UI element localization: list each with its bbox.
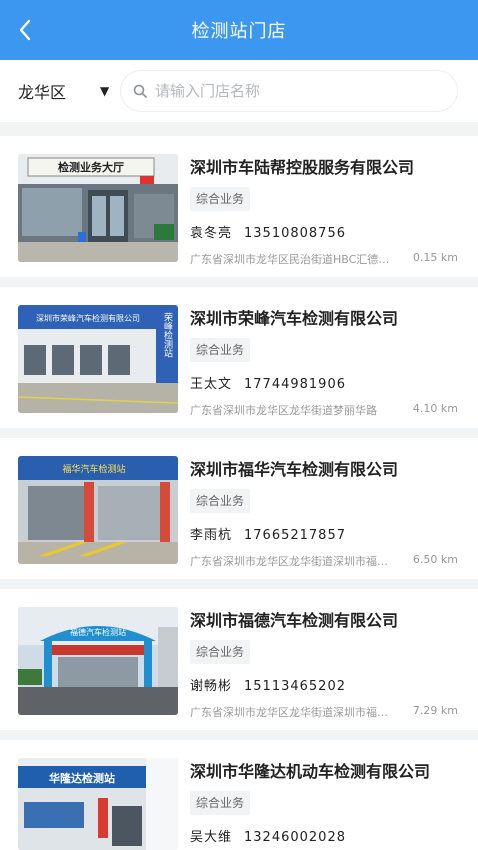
business-tag: 综合业务 bbox=[190, 187, 251, 211]
search-box[interactable] bbox=[120, 70, 458, 112]
store-photo: 福德汽车检测站 bbox=[18, 607, 178, 715]
district-select[interactable]: 龙华区 ▼ bbox=[18, 76, 118, 106]
photo-sign-text: 福华汽车检测站 bbox=[62, 463, 125, 475]
store-card[interactable]: 深圳市荣峰汽车检测有限公司 荣峰检测站 深圳市荣峰汽车检测有限公司 综合业务 王… bbox=[0, 287, 478, 428]
store-contact: 吴大维 13246002028 bbox=[190, 826, 346, 845]
store-distance: 4.10 km bbox=[412, 402, 458, 415]
photo-sign-text: 深圳市荣峰汽车检测有限公司 bbox=[36, 313, 140, 323]
business-tag: 综合业务 bbox=[190, 338, 251, 362]
store-address: 广东省深圳市龙华区龙华街道深圳市福德路 bbox=[190, 706, 390, 719]
contact-phone[interactable]: 17665217857 bbox=[244, 528, 346, 543]
store-photo: 福华汽车检测站 bbox=[18, 456, 178, 564]
business-tag: 综合业务 bbox=[190, 640, 251, 664]
store-name: 深圳市车陆帮控股服务有限公司 bbox=[190, 158, 415, 177]
search-icon bbox=[133, 84, 147, 98]
contact-name: 吴大维 bbox=[190, 830, 233, 845]
store-address: 广东省深圳市龙华区民治街道HBC汇德大厦 bbox=[190, 253, 390, 266]
store-card[interactable]: 华隆达检测站 深圳市华隆达机动车检测有限公司 综合业务 吴大维 132460020… bbox=[0, 740, 478, 850]
store-photo: 华隆达检测站 bbox=[18, 758, 178, 850]
store-contact: 谢畅彬 15113465202 bbox=[190, 675, 346, 694]
district-label: 龙华区 bbox=[18, 83, 67, 102]
store-card[interactable]: 福华汽车检测站 深圳市福华汽车检测有限公司 综合业务 李雨杭 1766521785… bbox=[0, 438, 478, 579]
photo-sign-text: 华隆达检测站 bbox=[49, 771, 115, 785]
store-photo: 深圳市荣峰汽车检测有限公司 荣峰检测站 bbox=[18, 305, 178, 413]
business-tag: 综合业务 bbox=[190, 489, 251, 513]
back-button[interactable] bbox=[10, 15, 40, 45]
contact-phone[interactable]: 13510808756 bbox=[244, 226, 346, 241]
store-card[interactable]: 检测业务大厅 深圳市车陆帮控股服务有限公司 综合业务 袁冬亮 1351080875… bbox=[0, 136, 478, 277]
page-title: 检测站门店 bbox=[191, 21, 287, 42]
store-distance: 7.29 km bbox=[412, 704, 458, 717]
store-address: 广东省深圳市龙华区龙华街道深圳市福华路 bbox=[190, 555, 390, 568]
photo-sign-text: 检测业务大厅 bbox=[58, 160, 124, 174]
contact-name: 王太文 bbox=[190, 377, 233, 392]
search-input[interactable] bbox=[155, 82, 425, 100]
contact-name: 袁冬亮 bbox=[190, 226, 233, 241]
store-distance: 0.15 km bbox=[412, 251, 458, 264]
store-card[interactable]: 福德汽车检测站 深圳市福德汽车检测有限公司 综合业务 谢畅彬 1511346520… bbox=[0, 589, 478, 730]
store-name: 深圳市福德汽车检测有限公司 bbox=[190, 611, 399, 630]
app-header: 检测站门店 bbox=[0, 0, 478, 60]
store-contact: 李雨杭 17665217857 bbox=[190, 524, 346, 543]
contact-phone[interactable]: 15113465202 bbox=[244, 679, 346, 694]
store-address: 广东省深圳市龙华区龙华街道梦丽华路 bbox=[190, 404, 377, 417]
store-name: 深圳市荣峰汽车检测有限公司 bbox=[190, 309, 399, 328]
contact-phone[interactable]: 13246002028 bbox=[244, 830, 346, 845]
chevron-left-icon bbox=[19, 19, 31, 41]
photo-side-sign: 荣峰检测站 bbox=[162, 311, 173, 358]
contact-phone[interactable]: 17744981906 bbox=[244, 377, 346, 392]
contact-name: 谢畅彬 bbox=[190, 679, 233, 694]
store-contact: 袁冬亮 13510808756 bbox=[190, 222, 346, 241]
caret-down-icon: ▼ bbox=[100, 84, 110, 98]
store-name: 深圳市华隆达机动车检测有限公司 bbox=[190, 762, 431, 781]
store-name: 深圳市福华汽车检测有限公司 bbox=[190, 460, 399, 479]
store-photo: 检测业务大厅 bbox=[18, 154, 178, 262]
contact-name: 李雨杭 bbox=[190, 528, 233, 543]
filter-bar: 龙华区 ▼ bbox=[0, 60, 478, 122]
store-distance: 6.50 km bbox=[412, 553, 458, 566]
business-tag: 综合业务 bbox=[190, 791, 251, 815]
photo-sign-text: 福德汽车检测站 bbox=[70, 627, 126, 637]
store-contact: 王太文 17744981906 bbox=[190, 373, 346, 392]
